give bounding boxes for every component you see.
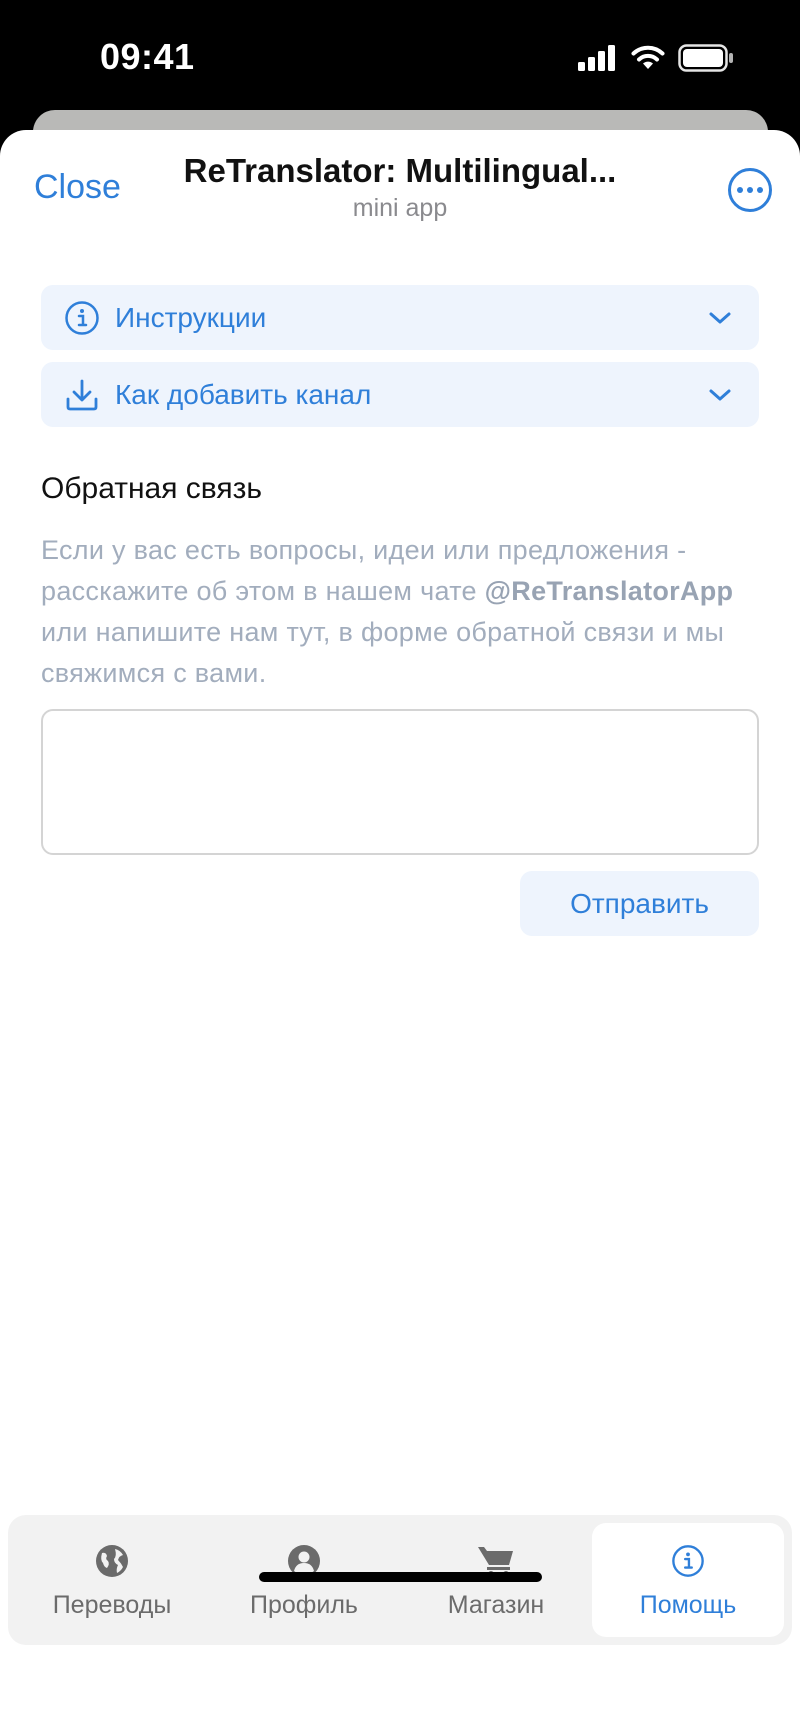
more-options-button[interactable] <box>728 168 772 212</box>
app-subtitle: mini app <box>352 194 448 222</box>
title-block: ReTranslator: Multilingual... mini app <box>150 152 650 223</box>
accordion-label: Инструкции <box>115 301 267 333</box>
tab-label: Профиль <box>250 1590 358 1619</box>
accordion-instructions[interactable]: Инструкции <box>41 285 759 350</box>
accordion-label: Как добавить канал <box>115 378 372 410</box>
more-dot-icon <box>747 187 753 193</box>
feedback-description: Если у вас есть вопросы, идеи или предло… <box>41 530 761 694</box>
info-icon <box>63 299 101 337</box>
feedback-title: Обратная связь <box>41 472 263 505</box>
chat-handle: @ReTranslatorApp <box>484 576 734 606</box>
wifi-icon <box>631 45 665 69</box>
chevron-down-icon <box>707 305 733 331</box>
tab-translations[interactable]: Переводы <box>16 1523 208 1637</box>
app-header: Close ReTranslator: Multilingual... mini… <box>0 130 800 240</box>
battery-icon <box>678 44 733 72</box>
home-indicator <box>259 1572 542 1582</box>
accordion-add-channel[interactable]: Как добавить канал <box>41 362 759 427</box>
info-icon <box>668 1541 708 1581</box>
tab-label: Помощь <box>639 1590 737 1619</box>
chevron-down-icon <box>707 382 733 408</box>
tab-help[interactable]: Помощь <box>592 1523 784 1637</box>
more-dot-icon <box>757 187 763 193</box>
send-button[interactable]: Отправить <box>520 871 759 936</box>
feedback-desc-part2: или напишите нам тут, в форме обратной с… <box>41 617 725 688</box>
close-button[interactable]: Close <box>34 168 121 207</box>
mini-app-sheet: Close ReTranslator: Multilingual... mini… <box>0 130 800 1734</box>
status-icons <box>578 44 734 72</box>
signal-icon <box>578 45 615 71</box>
more-dot-icon <box>737 187 743 193</box>
tab-label: Магазин <box>447 1590 545 1619</box>
feedback-textarea[interactable] <box>41 709 759 855</box>
download-icon <box>63 376 101 414</box>
app-title: ReTranslator: Multilingual... <box>183 152 617 189</box>
globe-icon <box>92 1541 132 1581</box>
tab-label: Переводы <box>52 1590 172 1619</box>
status-bar: 09:41 <box>0 0 800 110</box>
status-time: 09:41 <box>100 36 195 77</box>
